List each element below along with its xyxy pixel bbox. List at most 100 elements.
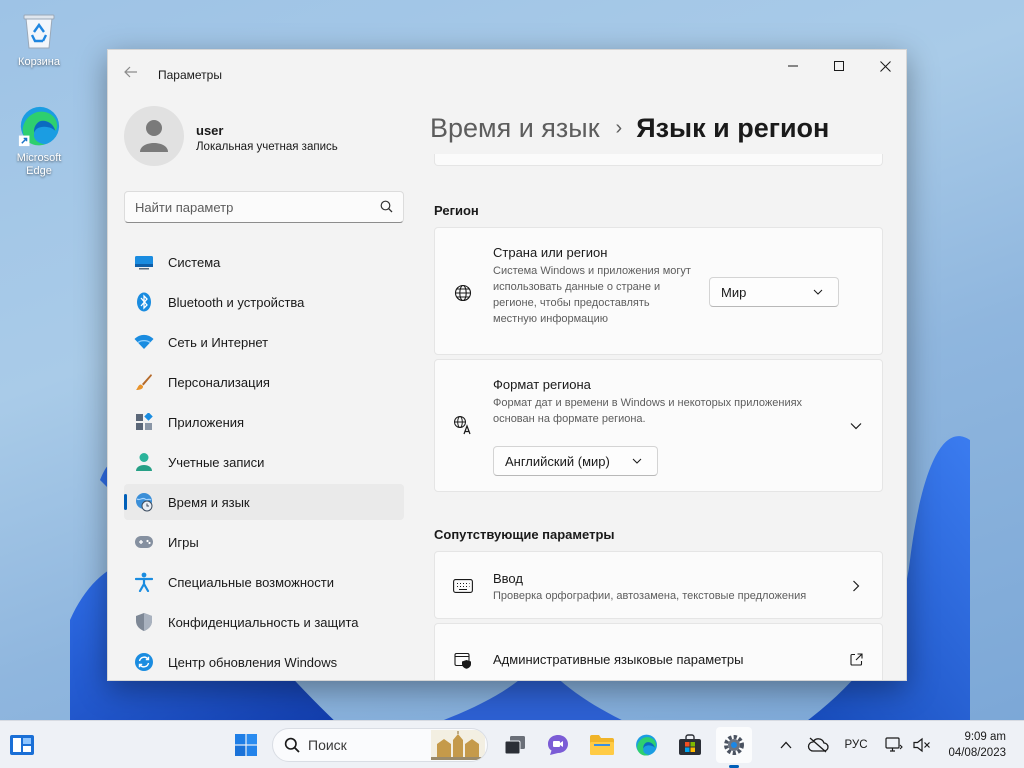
start-button[interactable] [228,727,264,763]
sidebar-item-bluetooth[interactable]: Bluetooth и устройства [124,284,404,320]
volume-muted-icon [913,737,930,753]
store-icon [679,734,701,755]
show-hidden-icons-button[interactable] [778,735,794,755]
typing-title: Ввод [493,571,523,586]
maximize-button[interactable] [816,50,862,82]
gamepad-icon [134,532,154,552]
search-icon [380,200,393,213]
store-button[interactable] [672,727,708,763]
person-icon [134,452,154,472]
search-input[interactable] [125,192,365,222]
back-button[interactable] [120,64,142,84]
sidebar-item-accessibility[interactable]: Специальные возможности [124,564,404,600]
onedrive-tray-button[interactable] [806,735,830,755]
desktop-icon-label: Корзина [18,56,60,68]
desktop-icon-recycle-bin[interactable]: Корзина [7,8,71,69]
section-title-related: Сопутствующие параметры [434,527,615,542]
title-bar: Параметры [108,50,906,98]
avatar [124,106,184,166]
sidebar-item-system[interactable]: Система [124,244,404,280]
chat-button[interactable] [540,727,576,763]
taskbar-clock[interactable]: 9:09 am 04/08/2023 [948,729,1006,761]
volume-tray-button[interactable] [912,735,932,755]
sidebar-item-time-language[interactable]: Время и язык [124,484,404,520]
widgets-icon [10,735,34,755]
settings-window: Параметры user Локальная учетная запись [107,49,907,681]
close-button[interactable] [862,50,906,82]
display-icon [134,252,154,272]
chat-icon [548,735,568,755]
arrow-left-icon [124,66,137,78]
sidebar-item-gaming[interactable]: Игры [124,524,404,560]
external-link-icon [848,651,864,667]
update-icon [134,652,154,672]
edge-icon [17,104,61,148]
admin-shield-icon [453,650,473,670]
sidebar-item-apps[interactable]: Приложения [124,404,404,440]
sidebar-item-personalization[interactable]: Персонализация [124,364,404,400]
app-title: Параметры [158,68,222,82]
account-type: Локальная учетная запись [196,141,338,153]
chevron-down-icon [627,458,647,464]
minimize-icon [788,65,798,67]
windows-logo-icon [235,734,257,756]
bluetooth-icon [134,292,154,312]
country-region-description: Система Windows и приложения могут испол… [493,265,691,325]
region-format-card[interactable]: Формат региона Формат дат и времени в Wi… [434,359,883,492]
sidebar-nav: Система Bluetooth и устройства Сеть и Ин… [124,244,404,680]
country-region-dropdown[interactable]: Мир [709,277,839,307]
expand-chevron-icon[interactable] [848,418,864,434]
globe-clock-icon [134,492,154,512]
user-profile[interactable]: user Локальная учетная запись [124,106,404,170]
folder-icon [590,735,614,755]
person-avatar-icon [140,120,168,152]
desktop-icon-label: Microsoft Edge [16,152,62,177]
region-format-title: Формат региона [493,377,591,392]
task-view-button[interactable] [497,727,533,763]
recycle-bin-icon [17,8,61,52]
language-icon [453,415,473,435]
country-region-title: Страна или регион [493,245,608,260]
taskbar-search[interactable]: Поиск [272,728,488,762]
close-icon [879,60,891,72]
edge-button[interactable] [628,727,664,763]
taskbar: Поиск РУС 9:09 am 04/08/2023 [0,720,1024,768]
sidebar-item-accounts[interactable]: Учетные записи [124,444,404,480]
cloud-offline-icon [807,737,829,753]
globe-icon [453,283,473,303]
country-region-card: Страна или регион Система Windows и прил… [434,227,883,355]
sidebar-item-privacy[interactable]: Конфиденциальность и защита [124,604,404,640]
minimize-button[interactable] [770,50,816,82]
settings-search[interactable] [124,191,404,223]
network-monitor-icon [885,737,903,752]
admin-language-title: Административные языковые параметры [493,652,744,667]
brush-icon [134,372,154,392]
file-explorer-button[interactable] [584,727,620,763]
network-tray-button[interactable] [884,735,904,755]
chevron-down-icon [808,289,828,295]
admin-language-card[interactable]: Административные языковые параметры [434,623,883,680]
input-language-indicator[interactable]: РУС [842,735,870,755]
chevron-right-icon [848,578,864,594]
typing-card[interactable]: Ввод Проверка орфографии, автозамена, те… [434,551,883,619]
user-name: user [196,123,224,138]
shield-icon [134,612,154,632]
chevron-up-icon [780,741,792,749]
search-highlight-building-icon [431,730,485,760]
sidebar-item-network[interactable]: Сеть и Интернет [124,324,404,360]
page-title: Язык и регион [636,112,830,143]
settings-taskbar-button[interactable] [716,727,752,763]
gear-icon [724,735,744,755]
clock-date: 04/08/2023 [948,747,1006,759]
sidebar-item-windows-update[interactable]: Центр обновления Windows [124,644,404,680]
widgets-button[interactable] [4,727,40,763]
region-format-dropdown[interactable]: Английский (мир) [493,446,658,476]
breadcrumb-parent[interactable]: Время и язык [430,113,600,144]
desktop-icon-edge[interactable]: Microsoft Edge [7,104,71,178]
region-format-description: Формат дат и времени в Windows и некотор… [493,397,803,425]
apps-icon [134,412,154,432]
search-icon [284,737,300,753]
accessibility-icon [134,572,154,592]
maximize-icon [834,61,844,71]
edge-icon [636,734,657,756]
